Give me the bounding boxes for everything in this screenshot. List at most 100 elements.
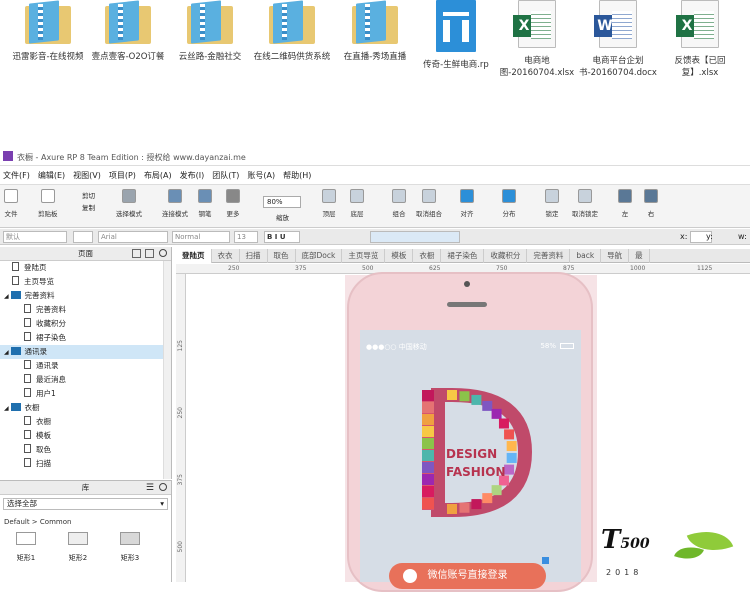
page-tab[interactable]: back [570, 249, 602, 263]
wechat-login-button[interactable]: 微信账号直接登录 [389, 563, 546, 589]
font-select[interactable]: Arial [98, 231, 168, 243]
widget-rectangle[interactable]: 矩形2 [64, 532, 92, 563]
widget-rectangle[interactable]: 矩形3 [116, 532, 144, 563]
desktop-file[interactable]: X 电商地图-20160704.xlsx [497, 0, 577, 79]
page-item[interactable]: 收藏积分 [0, 317, 171, 331]
text-style-buttons[interactable]: B I U [264, 231, 300, 243]
zip-folder-icon [105, 0, 151, 44]
add-folder-icon[interactable] [145, 249, 154, 258]
page-label: 扫描 [36, 459, 51, 468]
new-file-button[interactable]: 文件 [4, 189, 18, 218]
pages-scrollbar[interactable] [163, 261, 171, 479]
distribute-button[interactable]: 分布 [502, 189, 516, 218]
page-item[interactable]: 模板 [0, 429, 171, 443]
widget-rectangle[interactable]: 矩形1 [12, 532, 40, 563]
desktop-file[interactable]: 在线二维码供货系统 [252, 0, 332, 63]
desktop-file[interactable]: 壹点壹客-O2O订餐 [88, 0, 168, 63]
page-item[interactable]: 衣橱 [0, 415, 171, 429]
style-edit-button[interactable] [73, 231, 93, 243]
page-item[interactable]: 主页导览 [0, 275, 171, 289]
page-item[interactable]: 扫描 [0, 457, 171, 471]
main-toolbar: 文件 剪贴板 选择模式 连接模式 钢笔 更多 顶层 底层 组合 取消组合 对齐 分布 锁定 取消锁定 左 右 剪… [0, 184, 750, 228]
page-tab[interactable]: 收藏积分 [484, 249, 528, 263]
page-icon [24, 374, 31, 383]
library-select[interactable]: 选择全部 ▾ [3, 498, 168, 510]
style-select[interactable]: 默认 [3, 231, 67, 243]
logo-tile [422, 402, 434, 413]
cut-button[interactable]: 剪切 [82, 190, 95, 200]
ruler-tick-label: 125 [177, 340, 184, 352]
copy-button[interactable]: 复制 [82, 202, 95, 212]
menu-item[interactable]: 项目(P) [109, 171, 136, 180]
page-item[interactable]: 用户1 [0, 387, 171, 401]
ruler-tick-label: 250 [228, 265, 240, 272]
page-item[interactable]: 裙子染色 [0, 331, 171, 345]
page-folder[interactable]: ◢ 通讯录 [0, 345, 171, 359]
ruler-tick-label: 750 [496, 265, 508, 272]
desktop-file[interactable]: 迅雷影音-在线视频 [8, 0, 88, 63]
more-button[interactable]: 更多 [226, 189, 240, 218]
send-to-back-button[interactable]: 底层 [350, 189, 364, 218]
ungroup-button[interactable]: 取消组合 [416, 189, 442, 218]
page-tab[interactable]: 裙子染色 [441, 249, 485, 263]
menu-item[interactable]: 视图(V) [73, 171, 101, 180]
excel-file-icon: X [676, 0, 719, 48]
desktop-file[interactable]: 云丝路-金融社交 [170, 0, 250, 63]
desktop-file[interactable]: W 电商平台企划书-20160704.docx [578, 0, 658, 79]
select-mode-button[interactable]: 选择模式 [116, 189, 142, 218]
lock-button[interactable]: 锁定 [545, 189, 559, 218]
page-item[interactable]: 完善资料 [0, 303, 171, 317]
add-page-icon[interactable] [132, 249, 141, 258]
pen-button[interactable]: 钢笔 [198, 189, 212, 218]
page-folder[interactable]: ◢ 完善资料 [0, 289, 171, 303]
bring-to-front-button[interactable]: 顶层 [322, 189, 336, 218]
page-tab[interactable]: 衣衣 [212, 249, 240, 263]
text-align-buttons[interactable] [370, 231, 460, 243]
group-button[interactable]: 组合 [392, 189, 406, 218]
menu-item[interactable]: 帮助(H) [283, 171, 311, 180]
page-tab[interactable]: 底部Dock [296, 249, 343, 263]
page-tab[interactable]: 导航 [601, 249, 630, 263]
page-tab[interactable]: 登陆页 [176, 249, 212, 263]
logo-tile [422, 426, 434, 437]
right-button[interactable]: 右 [644, 189, 658, 218]
desktop-file[interactable]: 在直播-秀场直播 [335, 0, 415, 63]
menu-item[interactable]: 账号(A) [247, 171, 275, 180]
menu-item[interactable]: 布局(A) [144, 171, 172, 180]
page-tab[interactable]: 取色 [268, 249, 296, 263]
desktop-file[interactable]: 传奇-生鲜电商.rp [416, 0, 496, 71]
logo-tile [471, 394, 482, 405]
page-folder[interactable]: ◢ 衣橱 [0, 401, 171, 415]
page-tab[interactable]: 主页导览 [342, 249, 386, 263]
font-size-select[interactable]: 13 [234, 231, 258, 243]
zoom-select[interactable]: 80% [263, 196, 301, 208]
left-button[interactable]: 左 [618, 189, 632, 218]
page-tab[interactable]: 最 [629, 249, 650, 263]
page-item[interactable]: 通讯录 [0, 359, 171, 373]
page-tab[interactable]: 扫描 [240, 249, 268, 263]
search-icon[interactable] [159, 249, 167, 257]
w-label: w: [738, 232, 747, 241]
library-panel: 库 ☰ 选择全部 ▾ Default > Common 矩形1 矩形2 矩形3 [0, 480, 172, 582]
paste-button[interactable]: 剪贴板 [38, 189, 58, 218]
toolbar-label: 组合 [392, 210, 406, 218]
page-item[interactable]: 登陆页 [0, 261, 171, 275]
page-item[interactable]: 取色 [0, 443, 171, 457]
menu-item[interactable]: 编辑(E) [38, 171, 65, 180]
page-tab[interactable]: 衣橱 [413, 249, 442, 263]
menu-icon[interactable]: ☰ [146, 484, 154, 493]
align-button[interactable]: 对齐 [460, 189, 474, 218]
menu-item[interactable]: 发布(I) [180, 171, 205, 180]
page-item[interactable]: 最近消息 [0, 373, 171, 387]
page-tab[interactable]: 模板 [385, 249, 414, 263]
phone-screen[interactable]: ●●●○○ 中国移动 58% DESIGN FASHION [360, 330, 581, 582]
menu-item[interactable]: 团队(T) [212, 171, 239, 180]
desktop-file[interactable]: X 反馈表【已回复】.xlsx [660, 0, 740, 79]
page-tab[interactable]: 完善资料 [527, 249, 571, 263]
connect-mode-button[interactable]: 连接模式 [162, 189, 188, 218]
logo-tile [447, 504, 457, 514]
font-weight-select[interactable]: Normal [172, 231, 230, 243]
unlock-button[interactable]: 取消锁定 [572, 189, 598, 218]
menu-item[interactable]: 文件(F) [3, 171, 30, 180]
search-icon[interactable] [159, 483, 167, 491]
